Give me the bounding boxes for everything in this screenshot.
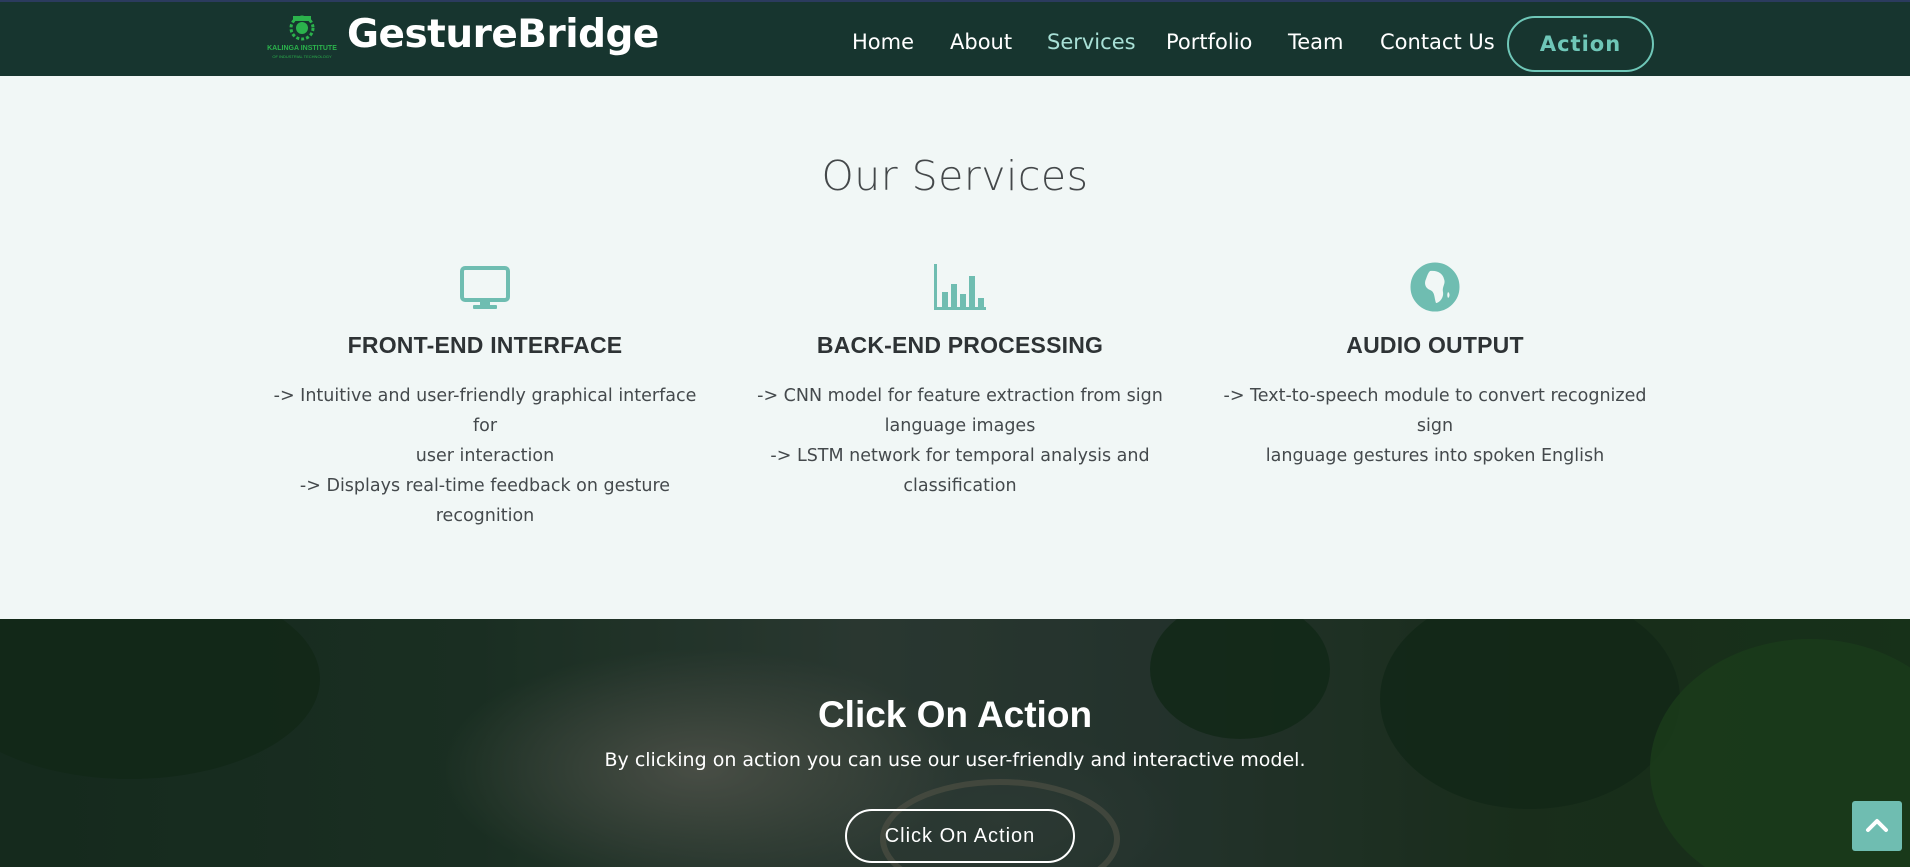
bar-chart-icon — [735, 262, 1185, 312]
service-description-line: -> Text-to-speech module to convert reco… — [1223, 386, 1647, 436]
service-title: BACK-END PROCESSING — [816, 332, 1104, 358]
logo-text-line1: KALINGA INSTITUTE — [267, 45, 337, 52]
brand-name[interactable]: GestureBridge — [347, 12, 659, 57]
nav-about[interactable]: About — [950, 30, 1012, 54]
back-to-top-button[interactable] — [1852, 801, 1902, 851]
nav-home[interactable]: Home — [852, 30, 914, 54]
services-title: Our Services — [821, 152, 1089, 200]
service-title: AUDIO OUTPUT — [1346, 332, 1524, 358]
click-on-action-button[interactable]: Click On Action — [845, 809, 1075, 863]
logo-text-line2: OF INDUSTRIAL TECHNOLOGY — [272, 54, 332, 59]
monitor-icon — [260, 262, 710, 312]
nav-action-button[interactable]: Action — [1507, 16, 1654, 72]
service-card-front-end: FRONT-END INTERFACE -> Intuitive and use… — [260, 262, 710, 531]
globe-icon — [1210, 262, 1660, 312]
service-description-line: user interaction — [415, 446, 555, 466]
cta-description: By clicking on action you can use our us… — [604, 749, 1306, 771]
service-card-audio-output: AUDIO OUTPUT -> Text-to-speech module to… — [1210, 262, 1660, 471]
service-description-line: -> CNN model for feature extraction from… — [757, 386, 1163, 406]
nav-services[interactable]: Services — [1047, 30, 1136, 54]
service-description-line: -> Intuitive and user-friendly graphical… — [273, 386, 697, 436]
service-description-line: language gestures into spoken English — [1265, 446, 1605, 466]
nav-contact-us[interactable]: Contact Us — [1380, 30, 1495, 54]
service-description-line: classification — [903, 476, 1017, 496]
nav-portfolio[interactable]: Portfolio — [1166, 30, 1252, 54]
service-card-back-end: BACK-END PROCESSING -> CNN model for fea… — [735, 262, 1185, 501]
service-description-line: -> LSTM network for temporal analysis an… — [770, 446, 1150, 466]
chevron-up-icon — [1852, 819, 1902, 855]
service-description-line: -> Displays real-time feedback on gestur… — [299, 476, 671, 526]
nav-team[interactable]: Team — [1288, 30, 1344, 54]
cta-title: Click On Action — [817, 694, 1093, 735]
service-title: FRONT-END INTERFACE — [347, 332, 623, 358]
kiit-logo[interactable]: KALINGA INSTITUTE OF INDUSTRIAL TECHNOLO… — [265, 13, 339, 63]
service-description-line: language images — [884, 416, 1036, 436]
navbar: KALINGA INSTITUTE OF INDUSTRIAL TECHNOLO… — [0, 0, 1910, 76]
